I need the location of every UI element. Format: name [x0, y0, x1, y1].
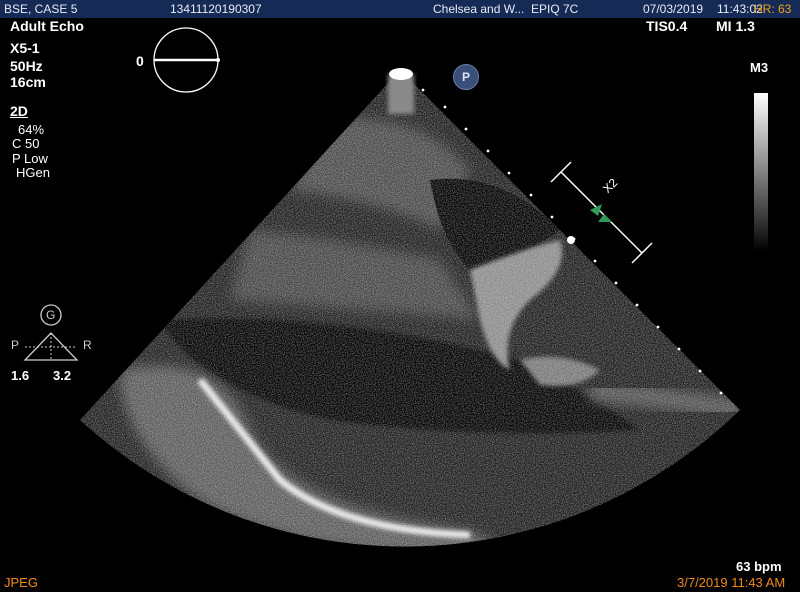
frame-rate-label: 50Hz	[10, 58, 43, 74]
bpm-readout: 63 bpm	[736, 559, 782, 574]
orientation-left-value: 1.6	[11, 368, 30, 383]
gen-label: HGen	[16, 165, 50, 180]
p-badge-icon[interactable]: P	[453, 64, 479, 90]
format-label: JPEG	[4, 575, 38, 590]
ultrasound-image	[23, 27, 740, 547]
probe-label: X5-1	[10, 40, 40, 56]
grayscale-bar	[754, 93, 768, 251]
map-label: M3	[750, 60, 769, 75]
r-orientation-label: R	[83, 338, 92, 352]
caliper-point[interactable]	[567, 236, 575, 244]
mode-label: 2D	[10, 103, 28, 119]
tis-readout: TIS0.4	[646, 18, 688, 34]
preset-label: Adult Echo	[10, 18, 84, 34]
plane-angle-value: 0	[136, 53, 144, 69]
p-orientation-label: P	[11, 338, 20, 352]
compress-label: C 50	[12, 136, 40, 151]
mi-readout: MI 1.3	[716, 18, 755, 34]
transducer-head	[389, 68, 413, 80]
timestamp: 3/7/2019 11:43 AM	[677, 575, 786, 590]
power-label: P Low	[12, 151, 48, 166]
depth-label: 16cm	[10, 74, 46, 90]
gain-label: 64%	[18, 122, 45, 137]
g-label: G	[46, 308, 56, 322]
p-badge-label: P	[461, 70, 470, 84]
plane-angle-dial	[153, 27, 220, 93]
orientation-right-value: 3.2	[53, 368, 72, 383]
